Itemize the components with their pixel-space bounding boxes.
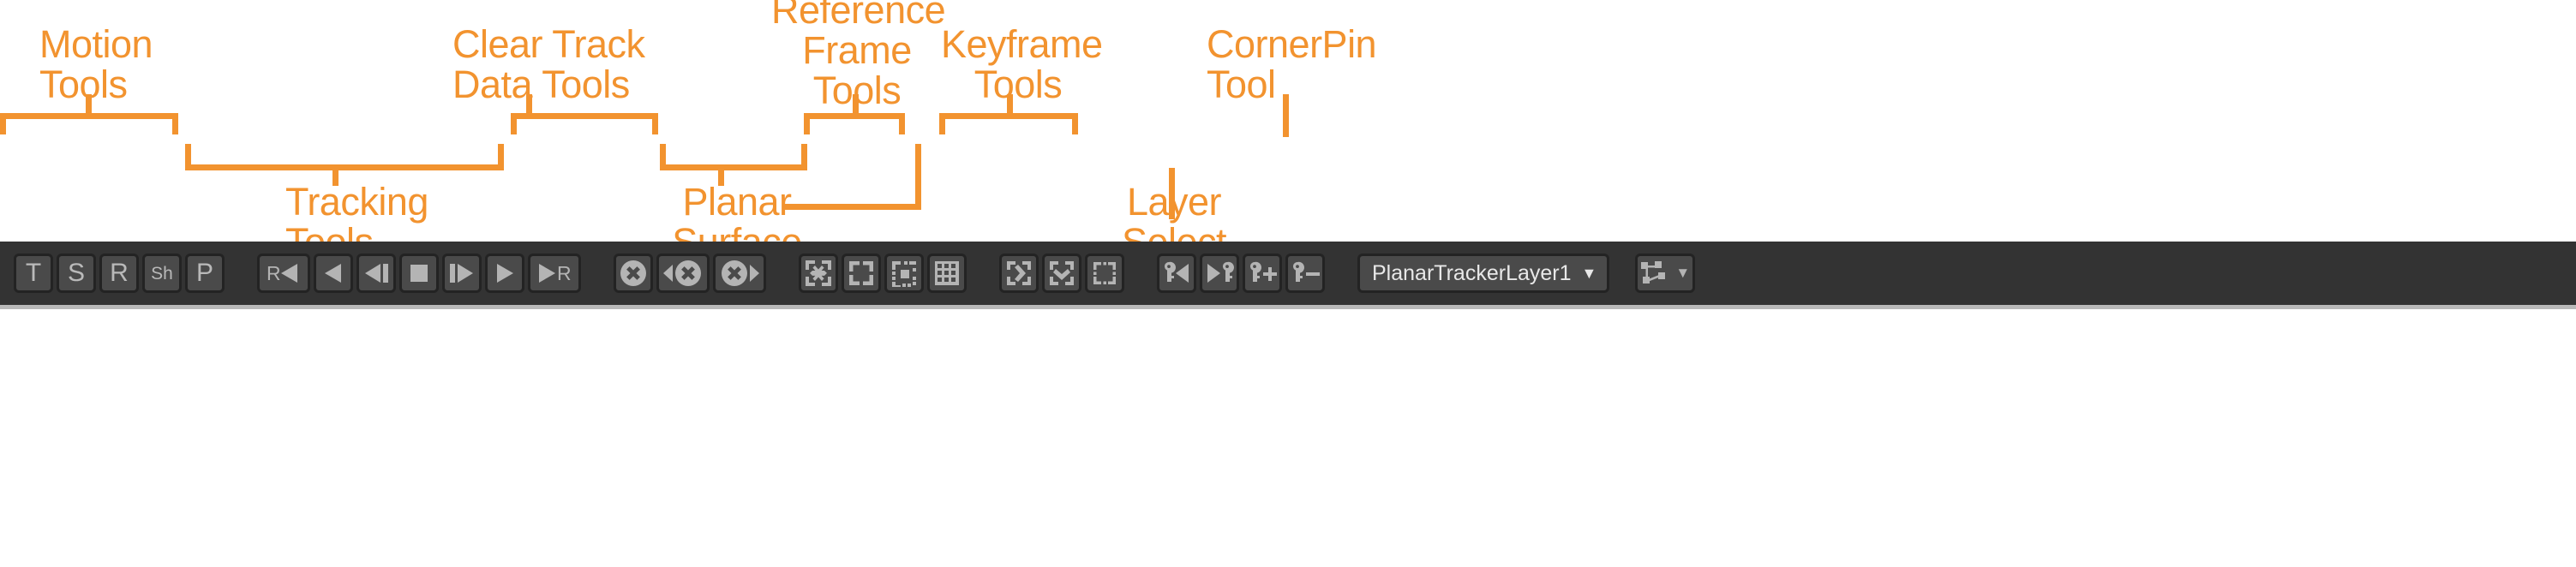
key-add-icon: [1249, 261, 1277, 282]
track-backwards-from-reference-button[interactable]: R: [257, 254, 310, 293]
r-rewind-icon: R: [267, 262, 297, 284]
leader-reference-frame-left-tick: [804, 113, 810, 134]
leader-motion-tools-right-tick: [172, 113, 178, 134]
play-forward-icon: [497, 264, 513, 283]
motion-tool-translation[interactable]: T: [14, 254, 53, 293]
motion-tool-rotation[interactable]: R: [99, 254, 139, 293]
layer-select-value: PlanarTrackerLayer1: [1372, 260, 1572, 285]
show-planar-surface-button[interactable]: [799, 254, 838, 293]
play-back-icon: [325, 264, 341, 283]
clear-track-data-tools-group: [612, 254, 768, 293]
step-back-icon: [365, 264, 388, 283]
show-reference-frame-mask-button[interactable]: [1085, 254, 1124, 293]
leader-motion-tools-stem: [86, 94, 92, 115]
grid-icon: [935, 261, 959, 285]
clear-track-data-backwards-button[interactable]: [656, 254, 710, 293]
step-forward-icon: [450, 264, 473, 283]
leader-ref-mask-vertical: [915, 144, 921, 210]
annotation-motion-tools: Motion Tools: [39, 22, 153, 106]
track-backwards-one-frame-button[interactable]: [356, 254, 396, 293]
show-grid-button[interactable]: [927, 254, 967, 293]
motion-tool-perspective-label: P: [195, 259, 213, 287]
annotated-toolbar-figure: Motion Tools Tracking Tools Clear Track …: [0, 0, 2576, 567]
motion-tool-shear-label: Sh: [151, 263, 173, 284]
clear-track-data-forwards-button[interactable]: [713, 254, 766, 293]
svg-text:R: R: [557, 262, 572, 284]
leader-keyframe-stem: [1007, 94, 1013, 115]
cornerpin-chevron-down-icon: ▼: [1675, 265, 1691, 281]
ref-down-icon: [1050, 261, 1074, 285]
leader-tracking-tools-stem: [332, 164, 338, 186]
leader-keyframe-right-tick: [1072, 113, 1078, 134]
clear-all-track-data-button[interactable]: [614, 254, 653, 293]
delete-keyframe-button[interactable]: [1285, 254, 1325, 293]
surface-corners-icon: [849, 261, 873, 285]
motion-tool-perspective[interactable]: P: [185, 254, 225, 293]
leader-keyframe-left-tick: [939, 113, 945, 134]
add-keyframe-button[interactable]: [1243, 254, 1282, 293]
surface-move-icon: [806, 260, 831, 286]
tracking-tools-group: R R: [255, 254, 583, 293]
motion-tool-scale[interactable]: S: [57, 254, 96, 293]
leader-planar-surface-left-tick: [660, 144, 666, 165]
annotation-cornerpin-tool: CornerPin Tool: [1207, 22, 1377, 106]
leader-motion-tools-left-tick: [0, 113, 6, 134]
leader-reference-frame-right-tick: [899, 113, 905, 134]
motion-tool-rotation-label: R: [110, 259, 129, 287]
fast-forward-r-icon: R: [539, 262, 572, 284]
leader-clear-track-left-tick: [511, 113, 517, 134]
motion-tools-group: T S R Sh P: [12, 254, 226, 293]
planar-surface-mask-button[interactable]: [884, 254, 924, 293]
leader-tracking-tools-left-tick: [185, 144, 191, 165]
track-backwards-button[interactable]: [314, 254, 353, 293]
toolbar-bottom-edge: [0, 305, 2576, 309]
reference-frame-tools-group: [997, 254, 1126, 293]
leader-tracking-tools-right-tick: [498, 144, 504, 165]
track-forwards-one-frame-button[interactable]: [442, 254, 482, 293]
annotation-keyframe-tools: Keyframe Tools: [941, 22, 1103, 106]
set-reference-frame-button[interactable]: [1042, 254, 1081, 293]
leader-tracking-tools-bar: [185, 164, 504, 170]
motion-tool-scale-label: S: [67, 259, 85, 287]
leader-planar-surface-stem: [718, 164, 724, 186]
leader-planar-surface-bar: [660, 164, 807, 170]
layer-select-dropdown[interactable]: PlanarTrackerLayer1 ▼: [1357, 254, 1610, 293]
motion-tool-translation-label: T: [25, 259, 42, 287]
chevron-down-icon: ▼: [1581, 264, 1597, 282]
leader-reference-frame-stem: [853, 94, 859, 115]
ref-mask-icon: [1093, 262, 1116, 284]
leader-ref-mask-horizontal: [784, 204, 921, 210]
hide-planar-surface-button[interactable]: [842, 254, 881, 293]
leader-cornerpin-stem: [1283, 94, 1289, 137]
previous-keyframe-button[interactable]: [1157, 254, 1196, 293]
leader-clear-track-bar: [511, 113, 658, 119]
track-forwards-button[interactable]: [485, 254, 524, 293]
clear-x-icon: [620, 260, 646, 286]
planar-tracker-toolbar: T S R Sh P R R PlanarTrackerLayer1 ▼ ▼: [0, 242, 2576, 305]
ref-forward-icon: [1007, 261, 1031, 285]
key-prev-icon: [1164, 261, 1189, 283]
leader-clear-track-stem: [526, 94, 532, 115]
surface-mask-icon: [892, 261, 916, 287]
set-reference-frame-forward-button[interactable]: [999, 254, 1039, 293]
key-next-icon: [1207, 261, 1234, 283]
track-forwards-to-reference-button[interactable]: R: [528, 254, 581, 293]
planar-surface-tools-group: [797, 254, 968, 293]
leader-clear-track-right-tick: [652, 113, 658, 134]
clear-x-forward-icon: [722, 260, 759, 286]
leader-planar-surface-right-tick: [801, 144, 807, 165]
clear-x-back-icon: [663, 260, 701, 286]
annotation-clear-track-data-tools: Clear Track Data Tools: [452, 22, 645, 106]
leader-layer-select-stem: [1169, 168, 1175, 219]
keyframe-tools-group: [1155, 254, 1327, 293]
stop-tracking-button[interactable]: [399, 254, 439, 293]
cornerpin-icon: [1641, 261, 1666, 284]
stop-icon: [410, 265, 428, 282]
key-remove-icon: [1292, 261, 1320, 282]
next-keyframe-button[interactable]: [1200, 254, 1239, 293]
motion-tool-shear[interactable]: Sh: [142, 254, 182, 293]
svg-text:R: R: [267, 262, 281, 284]
cornerpin-tool-button[interactable]: ▼: [1635, 254, 1696, 293]
